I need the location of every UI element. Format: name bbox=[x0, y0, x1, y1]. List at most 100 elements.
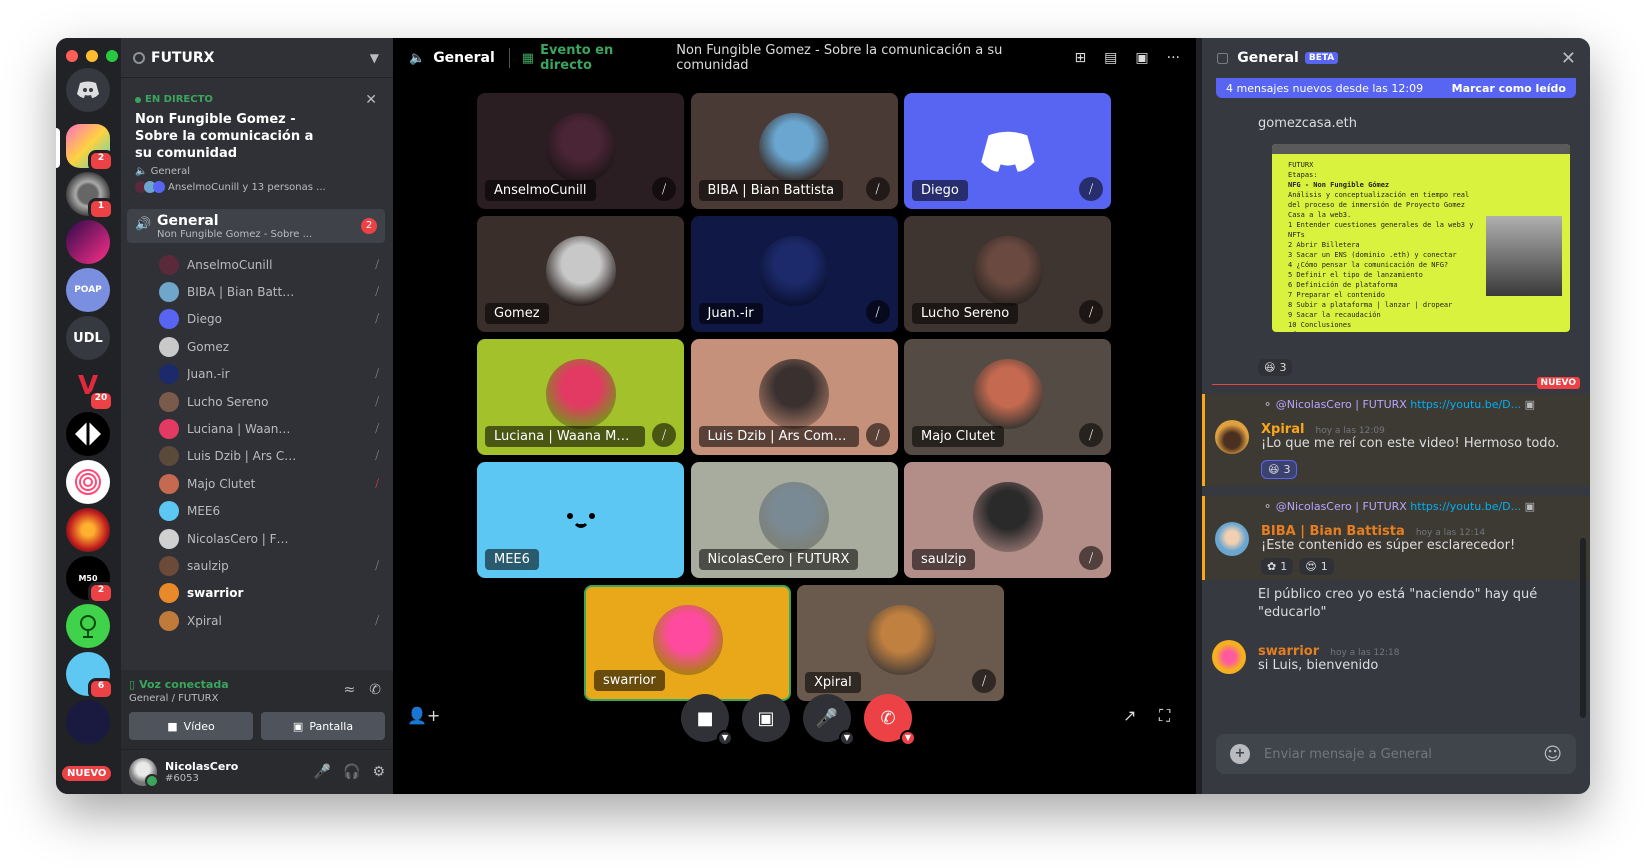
fullscreen-icon[interactable]: ⛶ bbox=[1159, 706, 1170, 726]
leave-call-button[interactable]: ✆ ▼ bbox=[864, 694, 916, 746]
microphone-toggle-button[interactable]: 🎤 ▼ bbox=[803, 694, 855, 746]
voice-member[interactable]: AnselmoCunill ⧸ bbox=[121, 251, 393, 278]
chevron-down-icon[interactable]: ▼ bbox=[370, 51, 379, 65]
add-activity-icon[interactable]: ⊞ bbox=[1074, 50, 1086, 66]
reaction-button[interactable]: 😍 1 bbox=[1299, 558, 1334, 575]
server-diamond[interactable] bbox=[66, 412, 110, 456]
invite-user-icon[interactable]: 👤+ bbox=[407, 706, 440, 725]
avatar[interactable] bbox=[1215, 420, 1249, 454]
zoom-window-button[interactable] bbox=[106, 50, 118, 62]
video-tile[interactable]: BIBA | Bian Battista ⧸ bbox=[690, 93, 898, 209]
voice-member[interactable]: NicolasCero | FUTURX bbox=[121, 525, 393, 552]
close-icon[interactable]: ✕ bbox=[1561, 48, 1576, 69]
video-tile[interactable]: MEE6 bbox=[477, 462, 684, 578]
voice-channel-general[interactable]: 🔊 General Non Fungible Gomez - Sobre ...… bbox=[127, 209, 385, 243]
event-title[interactable]: Non Fungible Gomez - Sobre la comunicaci… bbox=[676, 43, 1074, 73]
avatar[interactable] bbox=[1215, 522, 1249, 556]
server-udl[interactable]: UDL bbox=[66, 316, 110, 360]
video-tile[interactable]: Majo Clutet ⧸ bbox=[904, 339, 1111, 455]
disconnect-call-icon[interactable]: ✆ bbox=[369, 682, 381, 698]
reaction-button[interactable]: 😆 3 bbox=[1261, 460, 1298, 479]
server-m50[interactable]: M50 2 bbox=[66, 556, 114, 604]
server-futurx[interactable]: 2 bbox=[66, 124, 114, 172]
reaction-button[interactable]: ✿ 1 bbox=[1261, 558, 1294, 575]
chat-message[interactable]: ⚬ @NicolasCero | FUTURX https://youtu.be… bbox=[1202, 496, 1590, 580]
mark-as-read-button[interactable]: Marcar como leído bbox=[1452, 82, 1566, 95]
settings-gear-icon[interactable]: ⚙ bbox=[372, 764, 385, 780]
chat-message[interactable]: ⚬ @NicolasCero | FUTURX https://youtu.be… bbox=[1202, 394, 1590, 486]
video-tile[interactable]: Luciana | Waana Mu... ⧸ bbox=[477, 339, 684, 455]
voice-member[interactable]: Juan.-ir ⧸ bbox=[121, 361, 393, 388]
video-button[interactable]: ■ Vídeo bbox=[129, 712, 253, 740]
camera-toggle-button[interactable]: ■ ▼ bbox=[681, 694, 733, 746]
server-blue[interactable]: 6 bbox=[66, 652, 114, 700]
reply-link[interactable]: https://youtu.be/D... bbox=[1410, 500, 1521, 513]
video-tile[interactable]: Juan.-ir ⧸ bbox=[690, 216, 898, 332]
server-spiral[interactable] bbox=[66, 460, 110, 504]
event-label[interactable]: Evento en directo bbox=[540, 43, 668, 73]
voice-member[interactable]: Xpiral ⧸ bbox=[121, 607, 393, 634]
close-icon[interactable]: ✕ bbox=[365, 92, 377, 108]
noise-suppression-icon[interactable]: ≈ bbox=[344, 682, 356, 698]
voice-member[interactable]: Gomez bbox=[121, 333, 393, 360]
video-tile[interactable]: NicolasCero | FUTURX bbox=[690, 462, 898, 578]
server-green[interactable] bbox=[66, 604, 110, 648]
reply-link[interactable]: https://youtu.be/D... bbox=[1410, 398, 1521, 411]
voice-member[interactable]: Luciana | Waana M... ⧸ bbox=[121, 415, 393, 442]
headphones-icon[interactable]: 🎧 bbox=[343, 764, 360, 780]
video-tile[interactable]: Gomez bbox=[477, 216, 684, 332]
server-poap[interactable]: POAP bbox=[66, 268, 110, 312]
reply-reference[interactable]: ⚬ @NicolasCero | FUTURX https://youtu.be… bbox=[1263, 398, 1535, 411]
minimize-window-button[interactable] bbox=[86, 50, 98, 62]
add-attachment-icon[interactable]: + bbox=[1230, 744, 1250, 764]
message-author[interactable]: swarrior bbox=[1258, 644, 1319, 659]
reply-reference[interactable]: ⚬ @NicolasCero | FUTURX https://youtu.be… bbox=[1263, 500, 1535, 513]
screen-share-button[interactable]: ▣ Pantalla bbox=[261, 712, 385, 740]
server-red[interactable] bbox=[66, 508, 110, 552]
user-info[interactable]: NicolasCero #6053 bbox=[165, 760, 238, 784]
grid-layout-icon[interactable]: ▤ bbox=[1104, 50, 1117, 66]
video-tile[interactable]: saulzip ⧸ bbox=[904, 462, 1111, 578]
avatar[interactable] bbox=[1212, 640, 1246, 674]
reaction-button[interactable]: 😆 3 bbox=[1258, 359, 1293, 376]
video-tile[interactable]: Xpiral ⧸ bbox=[797, 585, 1004, 701]
screen-share-toggle-button[interactable]: ▣ bbox=[742, 694, 790, 742]
voice-member[interactable]: Majo Clutet ⧸ bbox=[121, 470, 393, 497]
server-songain[interactable] bbox=[66, 220, 110, 264]
message-author[interactable]: Xpiral bbox=[1261, 422, 1304, 437]
chat-scrollbar[interactable] bbox=[1580, 538, 1586, 718]
voice-member[interactable]: BIBA | Bian Battista ⧸ bbox=[121, 278, 393, 305]
voice-member[interactable]: Diego ⧸ bbox=[121, 306, 393, 333]
more-options-icon[interactable]: ··· bbox=[1167, 50, 1180, 66]
chevron-down-icon[interactable]: ▼ bbox=[717, 730, 733, 746]
microphone-icon[interactable]: 🎤 bbox=[314, 764, 331, 780]
video-tile[interactable]: AnselmoCunill ⧸ bbox=[477, 93, 684, 209]
popout-chat-icon[interactable]: ▣ bbox=[1135, 50, 1148, 66]
server-v[interactable]: V 20 bbox=[66, 364, 114, 412]
message-composer[interactable]: + Enviar mensaje a General ☺ bbox=[1216, 734, 1576, 774]
emoji-picker-icon[interactable]: ☺ bbox=[1543, 744, 1562, 765]
video-tile[interactable]: swarrior bbox=[584, 585, 791, 701]
voice-member[interactable]: Lucho Sereno ⧸ bbox=[121, 388, 393, 415]
chevron-down-icon[interactable]: ▼ bbox=[900, 730, 916, 746]
new-messages-bar[interactable]: 4 mensajes nuevos desde las 12:09 Marcar… bbox=[1216, 78, 1576, 98]
server-vinyl[interactable]: 1 bbox=[66, 172, 114, 220]
video-tile[interactable]: Luis Dzib | Ars Comu... ⧸ bbox=[690, 339, 898, 455]
live-event-card[interactable]: EN DIRECTO Non Fungible Gomez - Sobre la… bbox=[129, 86, 385, 201]
home-button[interactable] bbox=[66, 68, 110, 112]
user-avatar[interactable] bbox=[129, 758, 159, 788]
server-dark[interactable] bbox=[66, 700, 110, 744]
video-tile[interactable]: Diego ⧸ bbox=[904, 93, 1111, 209]
server-header[interactable]: FUTURX ▼ bbox=[121, 38, 393, 78]
voice-member[interactable]: MEE6 bbox=[121, 498, 393, 525]
popout-icon[interactable]: ↗ bbox=[1123, 706, 1136, 725]
chevron-down-icon[interactable]: ▼ bbox=[839, 730, 855, 746]
voice-member[interactable]: swarrior bbox=[121, 580, 393, 607]
voice-member[interactable]: saulzip ⧸ bbox=[121, 552, 393, 579]
message-author[interactable]: BIBA | Bian Battista bbox=[1261, 524, 1405, 539]
chat-message[interactable]: swarrior hoy a las 12:18 si Luis, bienve… bbox=[1202, 638, 1590, 682]
video-tile[interactable]: Lucho Sereno ⧸ bbox=[904, 216, 1111, 332]
close-window-button[interactable] bbox=[66, 50, 78, 62]
embedded-image[interactable]: FUTURX Etapas: NFG - Non Fungible Gómez Aná… bbox=[1272, 144, 1570, 332]
voice-member[interactable]: Luis Dzib | Ars Com... ⧸ bbox=[121, 443, 393, 470]
